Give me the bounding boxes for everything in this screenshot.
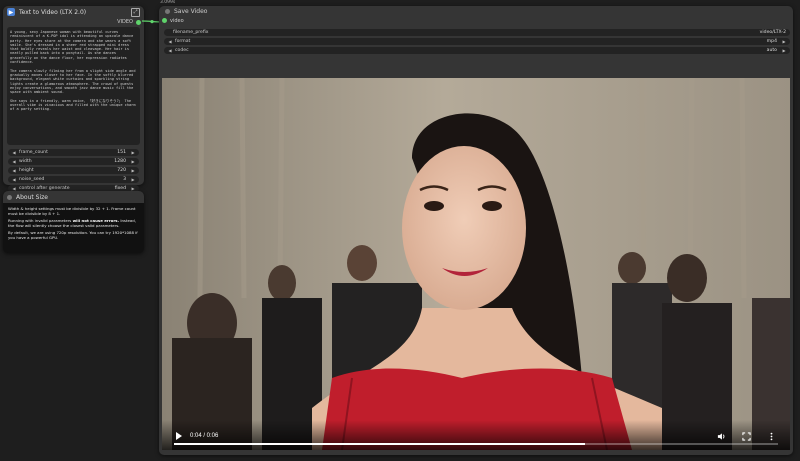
codec-widget[interactable]: ◀ codec auto ▶ [164,47,790,54]
player-controls: 0:04 / 0:06 [162,420,790,450]
increment-icon[interactable]: ▶ [130,177,136,182]
increment-icon[interactable]: ▶ [130,168,136,173]
node-title: Save Video [174,8,208,15]
widget-label: frame_count [19,150,48,155]
width-widget[interactable]: ◀ width 1280 ▶ [8,158,139,165]
save-video-node[interactable]: Save Video video filename_prefix video/L… [159,6,793,455]
video-output-slot[interactable]: VIDEO [3,18,144,26]
collapse-icon[interactable]: ⤢ [131,7,140,17]
widget-label: width [19,159,32,164]
input-label: video [170,17,184,24]
node-title: Text to Video (LTX 2.0) [19,8,87,16]
widget-label: noise_seed [19,177,45,182]
input-dot-icon[interactable] [162,18,167,23]
increment-icon[interactable]: ▶ [781,39,787,44]
note-title-bar[interactable]: About Size [3,191,144,203]
node-type-icon: ▶ [7,8,15,16]
collapse-dot-icon[interactable] [7,194,12,200]
widget-value: video/LTX-2 [759,30,786,35]
note-body: Width & height settings must be divisibl… [3,203,144,248]
execution-time-badge: 3.099s [160,0,176,5]
more-options-icon[interactable] [767,432,776,441]
widget-label: codec [175,48,189,53]
collapse-dot-icon[interactable] [165,9,170,14]
volume-icon[interactable] [717,432,726,441]
increment-icon[interactable]: ▶ [130,159,136,164]
height-widget[interactable]: ◀ height 720 ▶ [8,167,139,174]
frame-count-widget[interactable]: ◀ frame_count 151 ▶ [8,149,139,156]
node-title-bar[interactable]: Save Video [159,6,793,17]
widget-label: format [175,39,191,44]
widget-label: height [19,168,34,173]
video-player[interactable]: 0:04 / 0:06 [162,78,790,450]
widget-value: 3 [123,177,126,182]
output-label: VIDEO [117,19,133,25]
note-title: About Size [16,193,48,201]
widget-value: 720 [117,168,126,173]
filename-prefix-widget[interactable]: filename_prefix video/LTX-2 [164,29,790,36]
time-display: 0:04 / 0:06 [190,433,219,439]
note-paragraph: Width & height settings must be divisibl… [8,206,136,216]
noise-seed-widget[interactable]: ◀ noise_seed 3 ▶ [8,176,139,183]
widget-value: 1280 [114,159,126,164]
widget-value: auto [766,48,777,53]
note-paragraph: By default, we are using 720p resolution… [8,230,138,240]
widget-label: filename_prefix [173,30,209,35]
prompt-textarea[interactable]: A young, sexy Japanese woman with beauti… [7,27,140,145]
play-icon[interactable] [176,432,182,440]
widget-value: mp4 [766,39,777,44]
format-widget[interactable]: ◀ format mp4 ▶ [164,38,790,45]
note-paragraph: Running with invalid parameters will not… [8,218,139,228]
progress-bar[interactable] [174,443,778,445]
progress-fill [174,443,585,445]
text-to-video-node[interactable]: ▶ Text to Video (LTX 2.0) ⤢ VIDEO A youn… [3,6,144,192]
video-frame-image [162,78,790,450]
node-title-bar[interactable]: ▶ Text to Video (LTX 2.0) ⤢ [3,6,144,18]
about-size-note[interactable]: About Size Width & height settings must … [3,191,144,253]
video-input-slot[interactable]: video [159,17,793,24]
increment-icon[interactable]: ▶ [130,150,136,155]
increment-icon[interactable]: ▶ [781,48,787,53]
fullscreen-icon[interactable] [742,431,751,441]
widget-value: 151 [117,150,126,155]
